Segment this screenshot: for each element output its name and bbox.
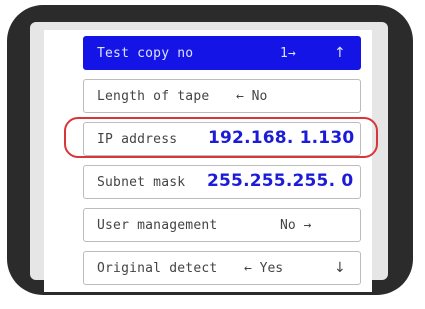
menu-item-label: Length of tape (97, 89, 210, 104)
menu-item-user-management[interactable]: User management No → (83, 208, 361, 242)
menu-item-value: ← No (236, 89, 268, 104)
menu-item-value: 1→ (280, 46, 296, 61)
menu-item-label: Subnet mask (97, 175, 186, 190)
scroll-up-icon[interactable]: ↑ (334, 45, 346, 61)
menu-item-test-copy-no[interactable]: Test copy no 1→ ↑ (83, 36, 361, 70)
menu-item-label: Test copy no (97, 46, 194, 61)
menu-item-value: ← Yes (244, 261, 284, 276)
menu-item-length-of-tape[interactable]: Length of tape ← No (83, 79, 361, 113)
menu-item-subnet-mask[interactable]: Subnet mask 255.255.255. 0 (83, 165, 361, 199)
menu-item-label: User management (97, 218, 218, 233)
scroll-down-icon[interactable]: ↓ (334, 260, 346, 276)
subnet-mask-value: 255.255.255. 0 (207, 171, 354, 191)
menu-item-original-detect[interactable]: Original detect ← Yes ↓ (83, 251, 361, 285)
menu-item-label: Original detect (97, 261, 218, 276)
highlight-ring (64, 117, 378, 158)
menu-item-value: No → (280, 218, 312, 233)
